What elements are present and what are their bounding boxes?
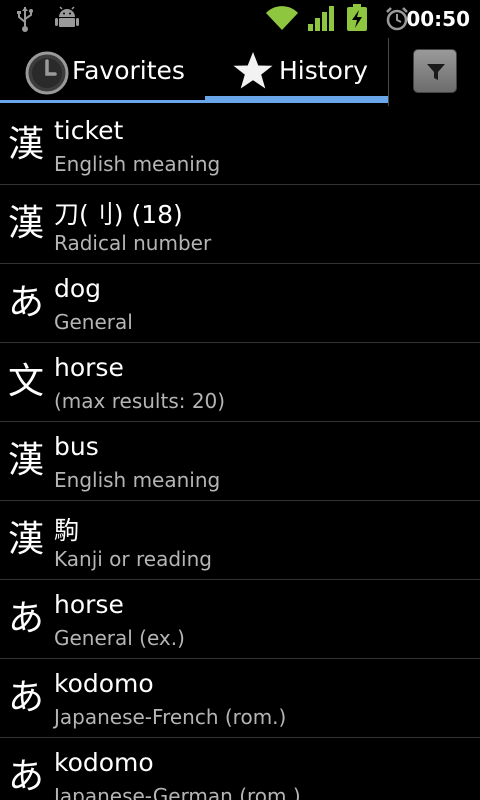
- filter-button[interactable]: [413, 49, 457, 93]
- list-item-subtitle: Radical number: [54, 231, 212, 255]
- list-item-subtitle: Japanese-French (rom.): [54, 705, 287, 729]
- tab-favorites[interactable]: Favorites: [0, 38, 205, 100]
- list-item-subtitle: Kanji or reading: [54, 547, 212, 571]
- android-icon: [55, 6, 79, 34]
- star-icon: [232, 50, 274, 96]
- toolbar-divider: [388, 38, 389, 106]
- search-type-icon: あ: [7, 756, 44, 797]
- list-item[interactable]: 漢駒 Kanji or reading: [0, 501, 480, 580]
- clock-icon: [24, 50, 70, 100]
- history-list[interactable]: 漢 ticket English meaning 漢刀(刂) (18) Radical …: [0, 106, 480, 800]
- list-item[interactable]: 漢 ticket English meaning: [0, 106, 480, 185]
- list-item-subtitle: Japanese-German (rom.): [54, 784, 301, 800]
- list-item-subtitle: General: [54, 310, 133, 334]
- search-type-icon: あ: [7, 677, 44, 718]
- search-type-icon: あ: [7, 282, 44, 323]
- tab-selected-indicator: [205, 96, 389, 103]
- list-item-title: kodomo: [54, 669, 154, 698]
- list-item-title: kodomo: [54, 748, 154, 777]
- list-item-subtitle: English meaning: [54, 468, 221, 492]
- list-item-title: horse: [54, 590, 124, 619]
- clock-time: 00:50: [406, 7, 470, 31]
- tab-indicator-line: [0, 100, 205, 103]
- battery-charging-icon: [346, 4, 368, 36]
- search-type-icon: 漢: [7, 203, 44, 244]
- list-item-subtitle: (max results: 20): [54, 389, 226, 413]
- wifi-icon: [266, 5, 298, 35]
- list-item-title: 駒: [54, 516, 80, 545]
- list-item-subtitle: English meaning: [54, 152, 221, 176]
- list-item[interactable]: あ horse General (ex.): [0, 580, 480, 659]
- list-item[interactable]: あ dog General: [0, 264, 480, 343]
- list-item-title: 刀(刂) (18): [54, 200, 183, 229]
- tab-history-label: History: [279, 56, 368, 85]
- status-bar: 00:50: [0, 0, 480, 38]
- list-item-title: horse: [54, 353, 124, 382]
- search-type-icon: あ: [7, 598, 44, 639]
- search-type-icon: 漢: [7, 440, 44, 481]
- tab-bar: Favorites History: [0, 38, 480, 106]
- tab-favorites-label: Favorites: [72, 56, 185, 85]
- list-item[interactable]: 文 horse (max results: 20): [0, 343, 480, 422]
- list-item-title: ticket: [54, 116, 124, 145]
- list-item[interactable]: 漢刀(刂) (18) Radical number: [0, 185, 480, 264]
- list-item[interactable]: あ kodomo Japanese-French (rom.): [0, 659, 480, 738]
- signal-icon: [308, 6, 334, 36]
- list-item[interactable]: 漢 bus English meaning: [0, 422, 480, 501]
- search-type-icon: 漢: [7, 519, 44, 560]
- list-item[interactable]: あ kodomo Japanese-German (rom.): [0, 738, 480, 800]
- list-item-title: bus: [54, 432, 99, 461]
- list-item-title: dog: [54, 274, 102, 303]
- search-type-icon: 漢: [7, 124, 44, 165]
- list-item-subtitle: General (ex.): [54, 626, 185, 650]
- tab-history[interactable]: History: [205, 38, 389, 100]
- usb-icon: [16, 6, 34, 36]
- search-type-icon: 文: [7, 361, 44, 402]
